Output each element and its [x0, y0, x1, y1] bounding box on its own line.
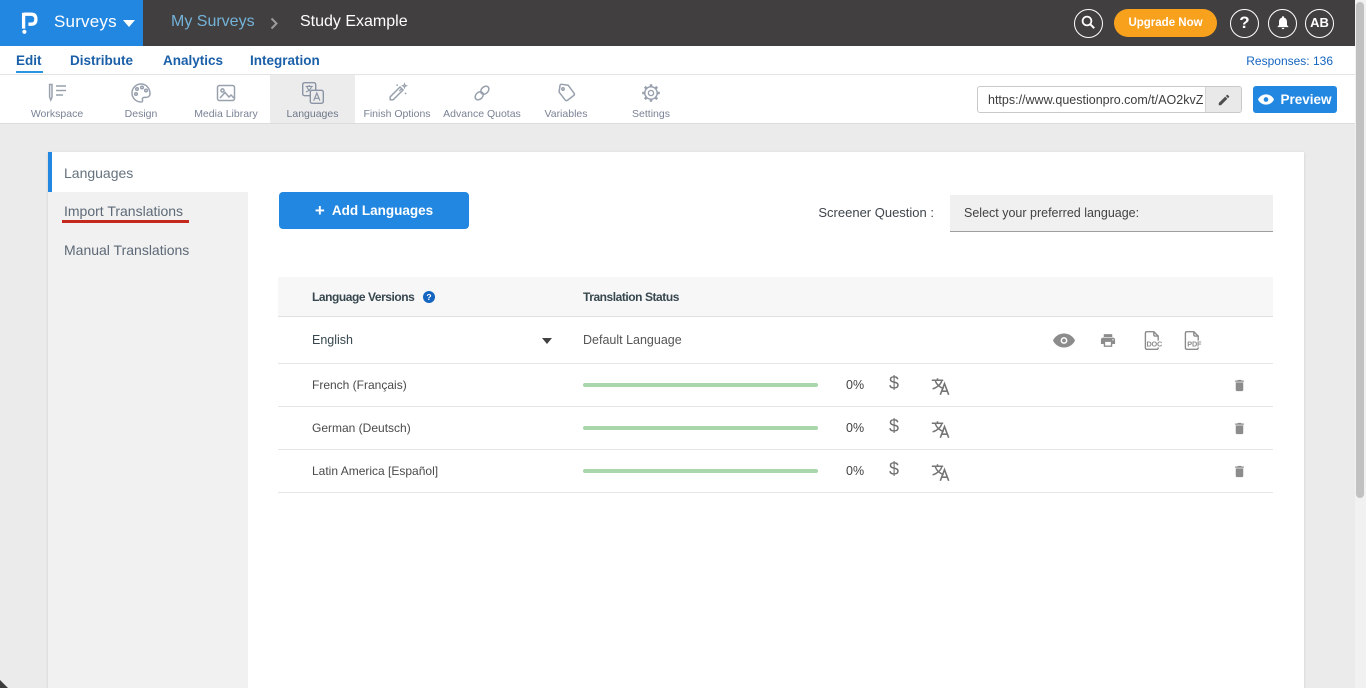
svg-text:DOC: DOC	[1146, 340, 1163, 349]
svg-text:?: ?	[426, 292, 431, 302]
svg-text:PDF: PDF	[1187, 340, 1202, 349]
